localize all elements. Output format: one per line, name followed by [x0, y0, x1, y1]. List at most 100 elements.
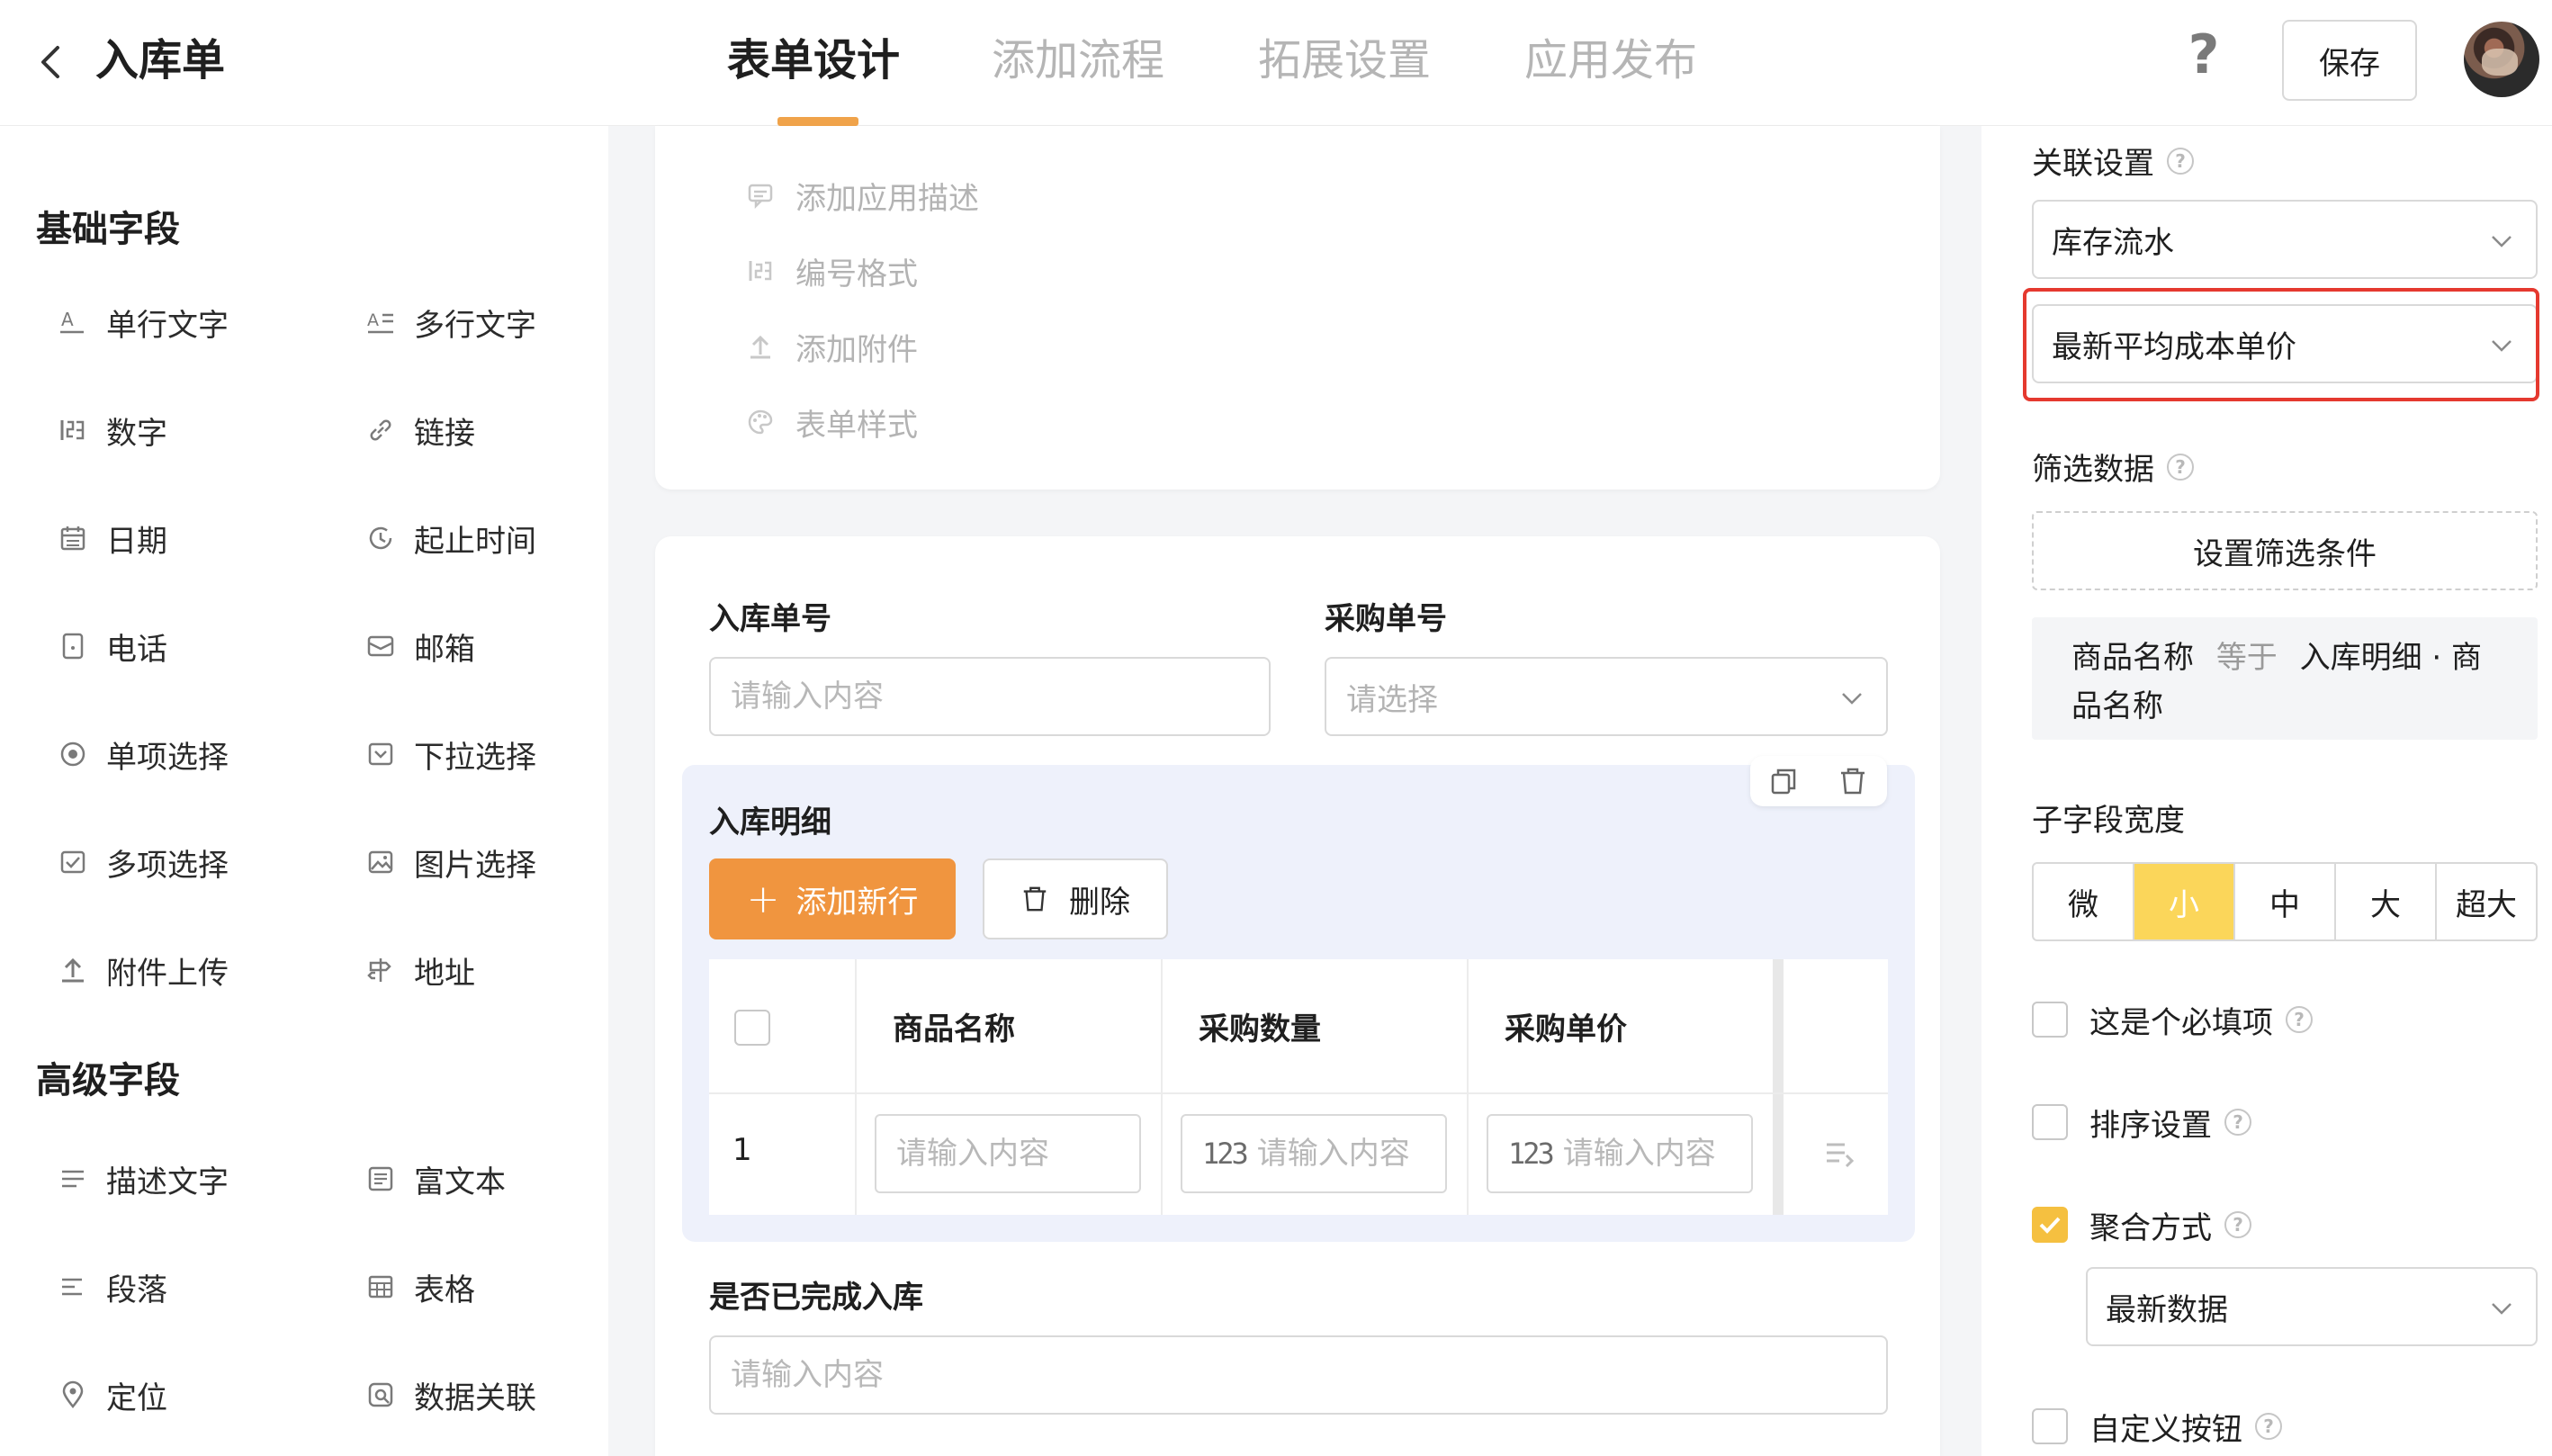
basic-field-item-label: 下拉选择 [414, 739, 536, 776]
purchase-no-label: 采购单号 [1325, 601, 1447, 637]
advanced-field-item[interactable]: 定位 [58, 1368, 167, 1422]
paragraph-icon [58, 1272, 88, 1302]
aggregate-select[interactable]: 最新数据 [2086, 1267, 2538, 1346]
width-option-small[interactable]: 小 [2133, 864, 2233, 939]
question-icon[interactable]: ? [2167, 147, 2194, 175]
width-option-medium[interactable]: 中 [2233, 864, 2334, 939]
cell-purchase-qty[interactable]: 123 [1181, 1114, 1447, 1193]
receipt-no-field[interactable] [731, 659, 1269, 734]
field-palette: 基础字段 A 单行文字 A 多行文字数字 链接日期 起止时间电话 邮箱单项选择 下拉选择多项选… [0, 126, 608, 1456]
basic-field-item-label: 图片选择 [414, 847, 536, 884]
advanced-field-item-label: 段落 [106, 1272, 167, 1308]
time-range-icon [365, 523, 396, 553]
basic-field-item-label: 电话 [106, 631, 167, 668]
col-divider [855, 959, 857, 1215]
tab-add-flow[interactable]: 添加流程 [992, 27, 1164, 94]
required-option[interactable]: 这是个必填项 ? [2032, 997, 2313, 1042]
basic-field-item[interactable]: 起止时间 [365, 511, 536, 565]
number-format-item[interactable]: 编号格式 [745, 248, 918, 293]
question-icon[interactable]: ? [2167, 453, 2194, 481]
advanced-fields-title: 高级字段 [36, 1060, 180, 1101]
purchase-no-select[interactable]: 请选择 [1325, 657, 1888, 736]
sort-option[interactable]: 排序设置 ? [2032, 1100, 2251, 1145]
width-option-xlarge[interactable]: 超大 [2435, 864, 2536, 939]
basic-field-item-label: 多项选择 [106, 847, 229, 884]
advanced-field-item[interactable]: 数据关联 [365, 1368, 536, 1422]
dropdown-icon [365, 739, 396, 769]
col-divider [1773, 959, 1784, 1215]
condition-field: 商品名称 [2071, 640, 2194, 676]
advanced-field-item-label: 描述文字 [106, 1164, 229, 1200]
link-form-select[interactable]: 库存流水 [2032, 200, 2538, 279]
advanced-field-item[interactable]: 表格 [365, 1260, 475, 1314]
aggregate-option[interactable]: 聚合方式 ? [2032, 1202, 2251, 1247]
basic-field-item[interactable]: 电话 [58, 619, 167, 673]
basic-field-item[interactable]: 地址 [365, 943, 475, 997]
purchase-qty-input[interactable] [1256, 1136, 1445, 1172]
back-button[interactable] [32, 40, 68, 85]
link-settings-text: 关联设置 [2032, 146, 2154, 182]
cell-product-name[interactable] [875, 1114, 1141, 1193]
sort-checkbox[interactable] [2032, 1104, 2068, 1140]
basic-field-item-label: 数字 [106, 415, 167, 452]
question-icon[interactable]: ? [2224, 1109, 2251, 1136]
subform-tools [1750, 756, 1887, 806]
question-icon[interactable]: ? [2286, 1006, 2313, 1033]
basic-field-item[interactable]: 邮箱 [365, 619, 475, 673]
add-attachment-item[interactable]: 添加附件 [745, 324, 918, 369]
save-button[interactable]: 保存 [2282, 20, 2417, 101]
custom-button-option[interactable]: 自定义按钮 ? [2032, 1404, 2282, 1449]
add-row-button[interactable]: + 添加新行 [709, 858, 956, 939]
aggregate-checkbox[interactable] [2032, 1207, 2068, 1243]
chevron-down-icon [2492, 236, 2512, 247]
form-style-item[interactable]: 表单样式 [745, 400, 918, 445]
advanced-field-item[interactable]: 富文本 [365, 1152, 506, 1206]
basic-field-item[interactable]: 单项选择 [58, 727, 229, 781]
mail-icon [365, 631, 396, 661]
svg-text:A: A [61, 309, 74, 330]
purchase-price-input[interactable] [1562, 1136, 1751, 1172]
basic-field-item[interactable]: 附件上传 [58, 943, 229, 997]
basic-field-item[interactable]: 下拉选择 [365, 727, 536, 781]
help-icon[interactable]: ? [2181, 23, 2226, 86]
advanced-field-item[interactable]: 段落 [58, 1260, 167, 1314]
basic-field-item[interactable]: 图片选择 [365, 835, 536, 889]
tab-form-design[interactable]: 表单设计 [727, 27, 900, 94]
delete-rows-button[interactable]: 删除 [983, 858, 1168, 939]
add-description-item[interactable]: 添加应用描述 [745, 173, 979, 218]
custom-button-checkbox[interactable] [2032, 1408, 2068, 1444]
palette-icon [745, 407, 776, 437]
basic-field-item-label: 地址 [414, 955, 475, 992]
cell-purchase-price[interactable]: 123 [1487, 1114, 1753, 1193]
trash-icon[interactable] [1837, 765, 1869, 797]
col-divider [1467, 959, 1469, 1215]
completed-input[interactable] [709, 1335, 1888, 1415]
basic-field-item[interactable]: 多项选择 [58, 835, 229, 889]
completed-field[interactable] [731, 1337, 1886, 1413]
copy-icon[interactable] [1768, 765, 1801, 797]
basic-field-item[interactable]: 链接 [365, 403, 475, 457]
basic-field-item-label: 起止时间 [414, 523, 536, 560]
required-checkbox[interactable] [2032, 1002, 2068, 1038]
basic-field-item[interactable]: 数字 [58, 403, 167, 457]
highlight-box [2023, 288, 2539, 401]
receipt-no-input[interactable] [709, 657, 1271, 736]
tab-extend-settings[interactable]: 拓展设置 [1258, 27, 1431, 94]
avatar[interactable] [2464, 22, 2539, 97]
question-icon[interactable]: ? [2224, 1211, 2251, 1238]
width-option-tiny[interactable]: 微 [2034, 864, 2133, 939]
basic-field-item[interactable]: A 单行文字 [58, 295, 229, 349]
select-all-checkbox[interactable] [734, 1010, 770, 1046]
basic-fields-title: 基础字段 [36, 209, 180, 250]
basic-field-item[interactable]: 日期 [58, 511, 167, 565]
advanced-field-item[interactable]: 描述文字 [58, 1152, 229, 1206]
basic-field-item[interactable]: A 多行文字 [365, 295, 536, 349]
row-action-icon[interactable] [1823, 1137, 1856, 1170]
basic-field-item-label: 邮箱 [414, 631, 475, 668]
receipt-no-label: 入库单号 [709, 601, 831, 637]
question-icon[interactable]: ? [2255, 1413, 2282, 1440]
tab-publish[interactable]: 应用发布 [1524, 27, 1697, 94]
set-filter-button[interactable]: 设置筛选条件 [2032, 511, 2538, 590]
product-name-input[interactable] [896, 1136, 1139, 1172]
width-option-large[interactable]: 大 [2334, 864, 2435, 939]
